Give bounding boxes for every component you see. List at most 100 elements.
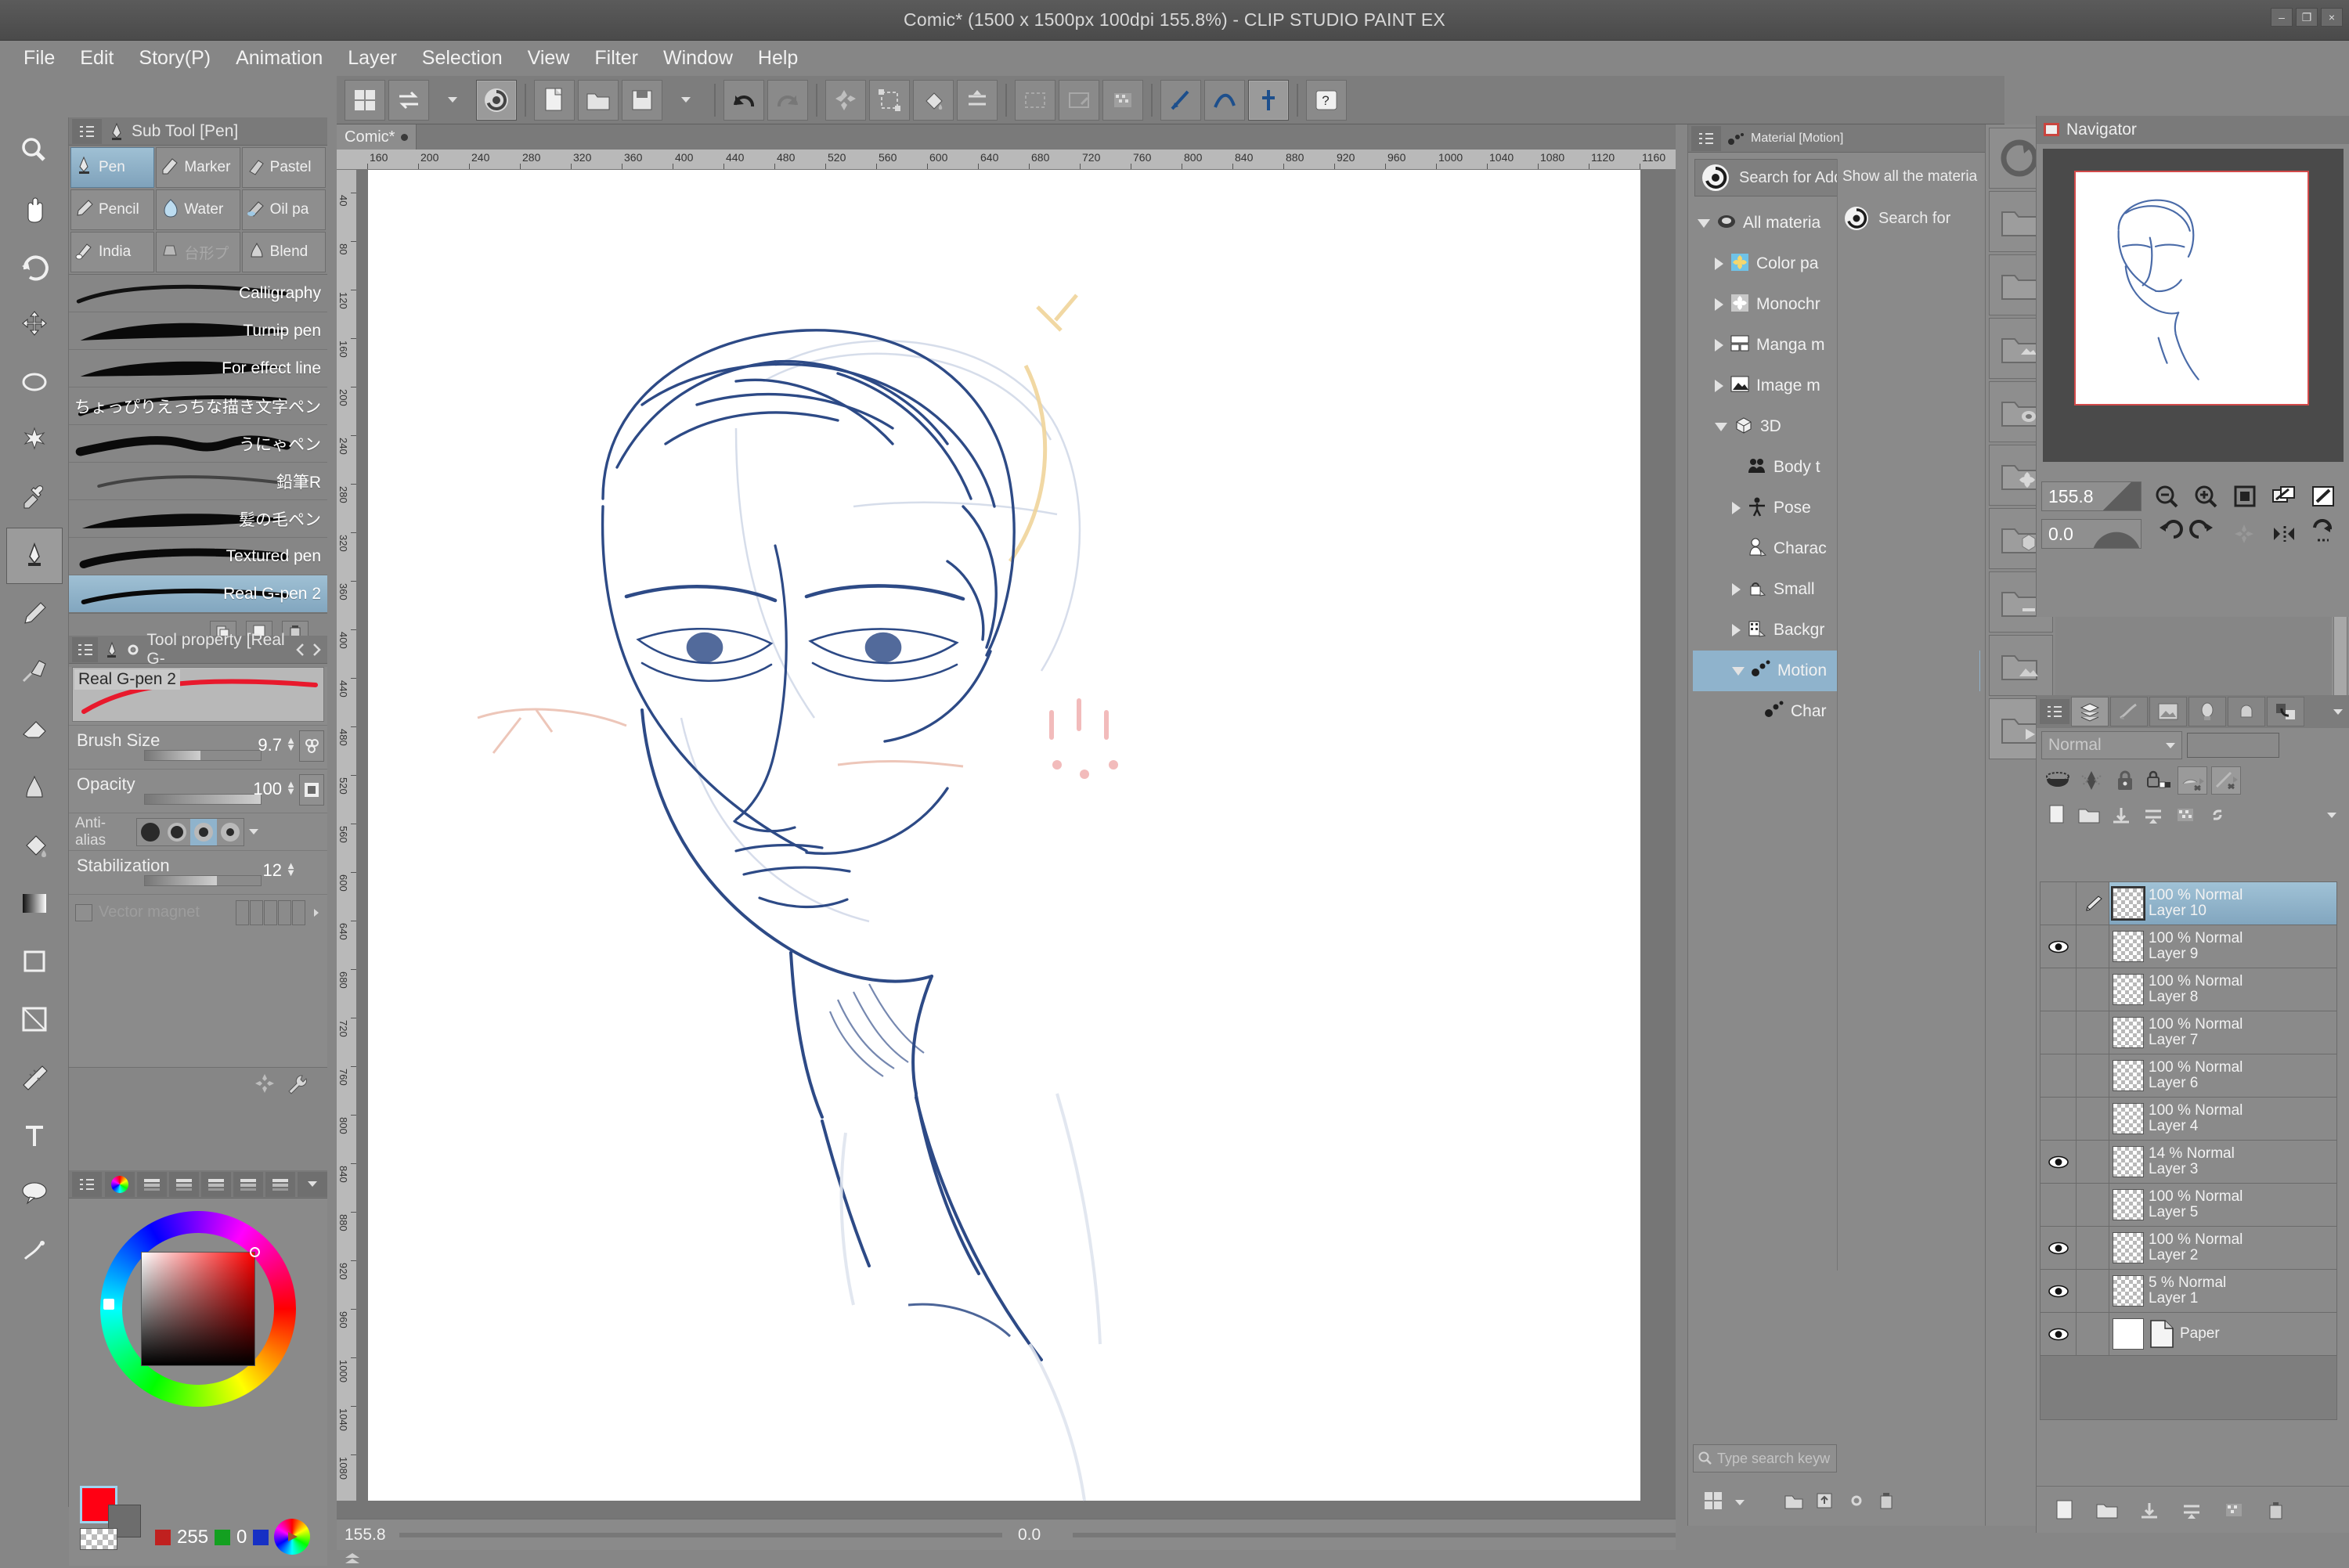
chevron-down-icon-tree[interactable] — [1698, 218, 1710, 228]
layer-info[interactable]: 5 % Normal Layer 1 — [2109, 1270, 2336, 1312]
layer-thumbnail[interactable] — [2111, 886, 2145, 921]
decoration-icon[interactable] — [6, 1223, 63, 1279]
zoom-in-icon[interactable] — [2188, 481, 2223, 512]
lock-layer-icon[interactable] — [2110, 766, 2140, 795]
transfer-icon[interactable] — [2107, 802, 2135, 828]
panel-menu-icon-4[interactable] — [1691, 125, 1721, 151]
layer-info[interactable]: 100 % Normal Layer 2 — [2109, 1227, 2336, 1269]
layer-row[interactable]: 100 % Normal Layer 8 — [2040, 968, 2336, 1011]
menu-item-view[interactable]: View — [515, 44, 583, 73]
menu-item-filter[interactable]: Filter — [582, 44, 651, 73]
layer-row[interactable]: 100 % Normal Layer 6 — [2040, 1054, 2336, 1098]
layer-info[interactable]: 100 % Normal Layer 7 — [2109, 1011, 2336, 1054]
rotate-left-icon[interactable] — [2149, 518, 2184, 550]
menu-item-help[interactable]: Help — [745, 44, 810, 73]
anti-alias-option-strong[interactable] — [217, 819, 244, 845]
layer-thumbnail[interactable] — [2113, 1146, 2144, 1177]
horizontal-ruler[interactable]: 160 200 240 280 320 360 400 440 480 520 560 600 640 6… — [337, 150, 1676, 170]
layer-visibility-toggle[interactable] — [2040, 968, 2077, 1011]
blend-icon[interactable] — [6, 759, 63, 816]
help-icon[interactable]: ? — [1306, 79, 1347, 121]
vector-magnet-checkbox[interactable] — [75, 903, 92, 921]
status-angle-slider[interactable] — [1073, 1532, 1676, 1537]
frame-border-icon[interactable] — [6, 991, 63, 1047]
tab-3d[interactable] — [2228, 697, 2265, 726]
navigator-angle-field[interactable]: 0.0 — [2041, 519, 2142, 549]
layer-visibility-toggle[interactable] — [2040, 1011, 2077, 1054]
layer-info[interactable]: 100 % Normal Layer 9 — [2109, 925, 2336, 968]
subtool-tab-oilpa[interactable]: Oil pa — [241, 189, 326, 230]
chevron-right-icon[interactable] — [312, 907, 321, 918]
chevron-down-icon[interactable] — [298, 1171, 327, 1197]
close-button[interactable]: × — [2321, 8, 2343, 27]
transfer-down-icon[interactable] — [2132, 1494, 2167, 1526]
navigator-thumbnail[interactable] — [2074, 171, 2309, 406]
subtool-tab-india[interactable]: India — [70, 232, 155, 272]
rotate-icon[interactable] — [6, 238, 63, 294]
airbrush-icon[interactable] — [6, 643, 63, 700]
color-slider-icon[interactable] — [169, 1171, 199, 1197]
fit-screen-icon[interactable] — [2228, 481, 2262, 512]
layer-thumbnail[interactable] — [2113, 1103, 2144, 1134]
tab-history[interactable] — [2267, 697, 2304, 726]
trash-icon[interactable] — [1878, 1491, 1895, 1514]
hand-icon[interactable] — [6, 180, 63, 236]
chevron-down-icon[interactable] — [432, 80, 473, 121]
settings-icon[interactable] — [1846, 1491, 1867, 1514]
ruler-disable-icon[interactable] — [2211, 766, 2241, 795]
brush-item[interactable]: うにゃペン — [69, 425, 327, 463]
layer-visibility-toggle[interactable] — [2040, 882, 2077, 925]
subtool-tab-pastel[interactable]: Pastel — [241, 147, 326, 188]
merge-icon[interactable] — [957, 79, 998, 121]
eyedropper-icon[interactable] — [6, 470, 63, 526]
reset-settings-icon[interactable] — [254, 1072, 277, 1100]
subtool-tab-pencil[interactable]: Pencil — [70, 189, 155, 230]
magnifier-icon[interactable] — [6, 122, 63, 178]
tab-quick-access[interactable] — [2110, 697, 2148, 726]
folder-bg-icon[interactable] — [1988, 635, 2053, 696]
layer-info[interactable]: 100 % Normal Layer 10 — [2109, 882, 2336, 925]
intermediate-icon[interactable] — [233, 1171, 263, 1197]
new-raster-icon[interactable] — [2043, 802, 2071, 828]
subtool-tab-[interactable]: 台形プ — [156, 232, 240, 272]
chevron-down-icon-blend[interactable] — [2166, 742, 2175, 748]
spiral-icon[interactable] — [476, 79, 517, 121]
open-folder-icon[interactable] — [578, 79, 619, 121]
panel-collapse-icon[interactable] — [294, 643, 307, 657]
layer-visibility-toggle[interactable] — [2040, 1098, 2077, 1140]
layer-row[interactable]: 100 % Normal Layer 7 — [2040, 1011, 2336, 1054]
menu-item-animation[interactable]: Animation — [223, 44, 335, 73]
layer-info[interactable]: 100 % Normal Layer 5 — [2109, 1184, 2336, 1226]
menu-item-layer[interactable]: Layer — [335, 44, 410, 73]
color-circle-icon[interactable] — [137, 1171, 167, 1197]
ruler-curve-icon[interactable] — [1204, 79, 1245, 121]
brush-item[interactable]: Turnip pen — [69, 312, 327, 350]
layer-visibility-toggle[interactable] — [2040, 1313, 2077, 1355]
select-icon[interactable] — [1015, 79, 1055, 121]
blend-mode-select[interactable]: Normal — [2041, 731, 2182, 759]
tab-bulb[interactable] — [2188, 697, 2226, 726]
gradient-icon[interactable] — [6, 875, 63, 932]
brush-dynamics-icon[interactable] — [299, 730, 324, 762]
panel-expand-icon[interactable] — [310, 643, 323, 657]
layer-thumbnail[interactable] — [2113, 1318, 2144, 1350]
property-slider[interactable] — [144, 794, 262, 805]
edit-select-icon[interactable] — [1059, 79, 1099, 121]
lock-transparent-icon[interactable] — [2144, 766, 2174, 795]
approx-icon[interactable] — [265, 1171, 295, 1197]
brush-item[interactable]: ちょっぴりえっちな描き文字ペン — [69, 387, 327, 425]
delete-layer-icon[interactable] — [2259, 1494, 2293, 1526]
eye-icon[interactable] — [2048, 1328, 2069, 1341]
layer-row[interactable]: 14 % Normal Layer 3 — [2040, 1141, 2336, 1184]
grid-icon[interactable] — [345, 79, 385, 121]
subtool-tab-blend[interactable]: Blend — [241, 232, 326, 272]
layer-thumbnail[interactable] — [2113, 1232, 2144, 1263]
canvas-paper[interactable] — [368, 170, 1640, 1501]
layer-row[interactable]: Paper — [2040, 1313, 2336, 1356]
chevron-down-icon-2[interactable] — [666, 80, 706, 121]
eye-icon[interactable] — [2048, 1285, 2069, 1298]
fill-bucket-icon[interactable] — [6, 817, 63, 874]
mask-icon[interactable] — [1102, 79, 1143, 121]
ruler-icon[interactable] — [6, 1049, 63, 1105]
color-wheel[interactable] — [100, 1211, 296, 1407]
